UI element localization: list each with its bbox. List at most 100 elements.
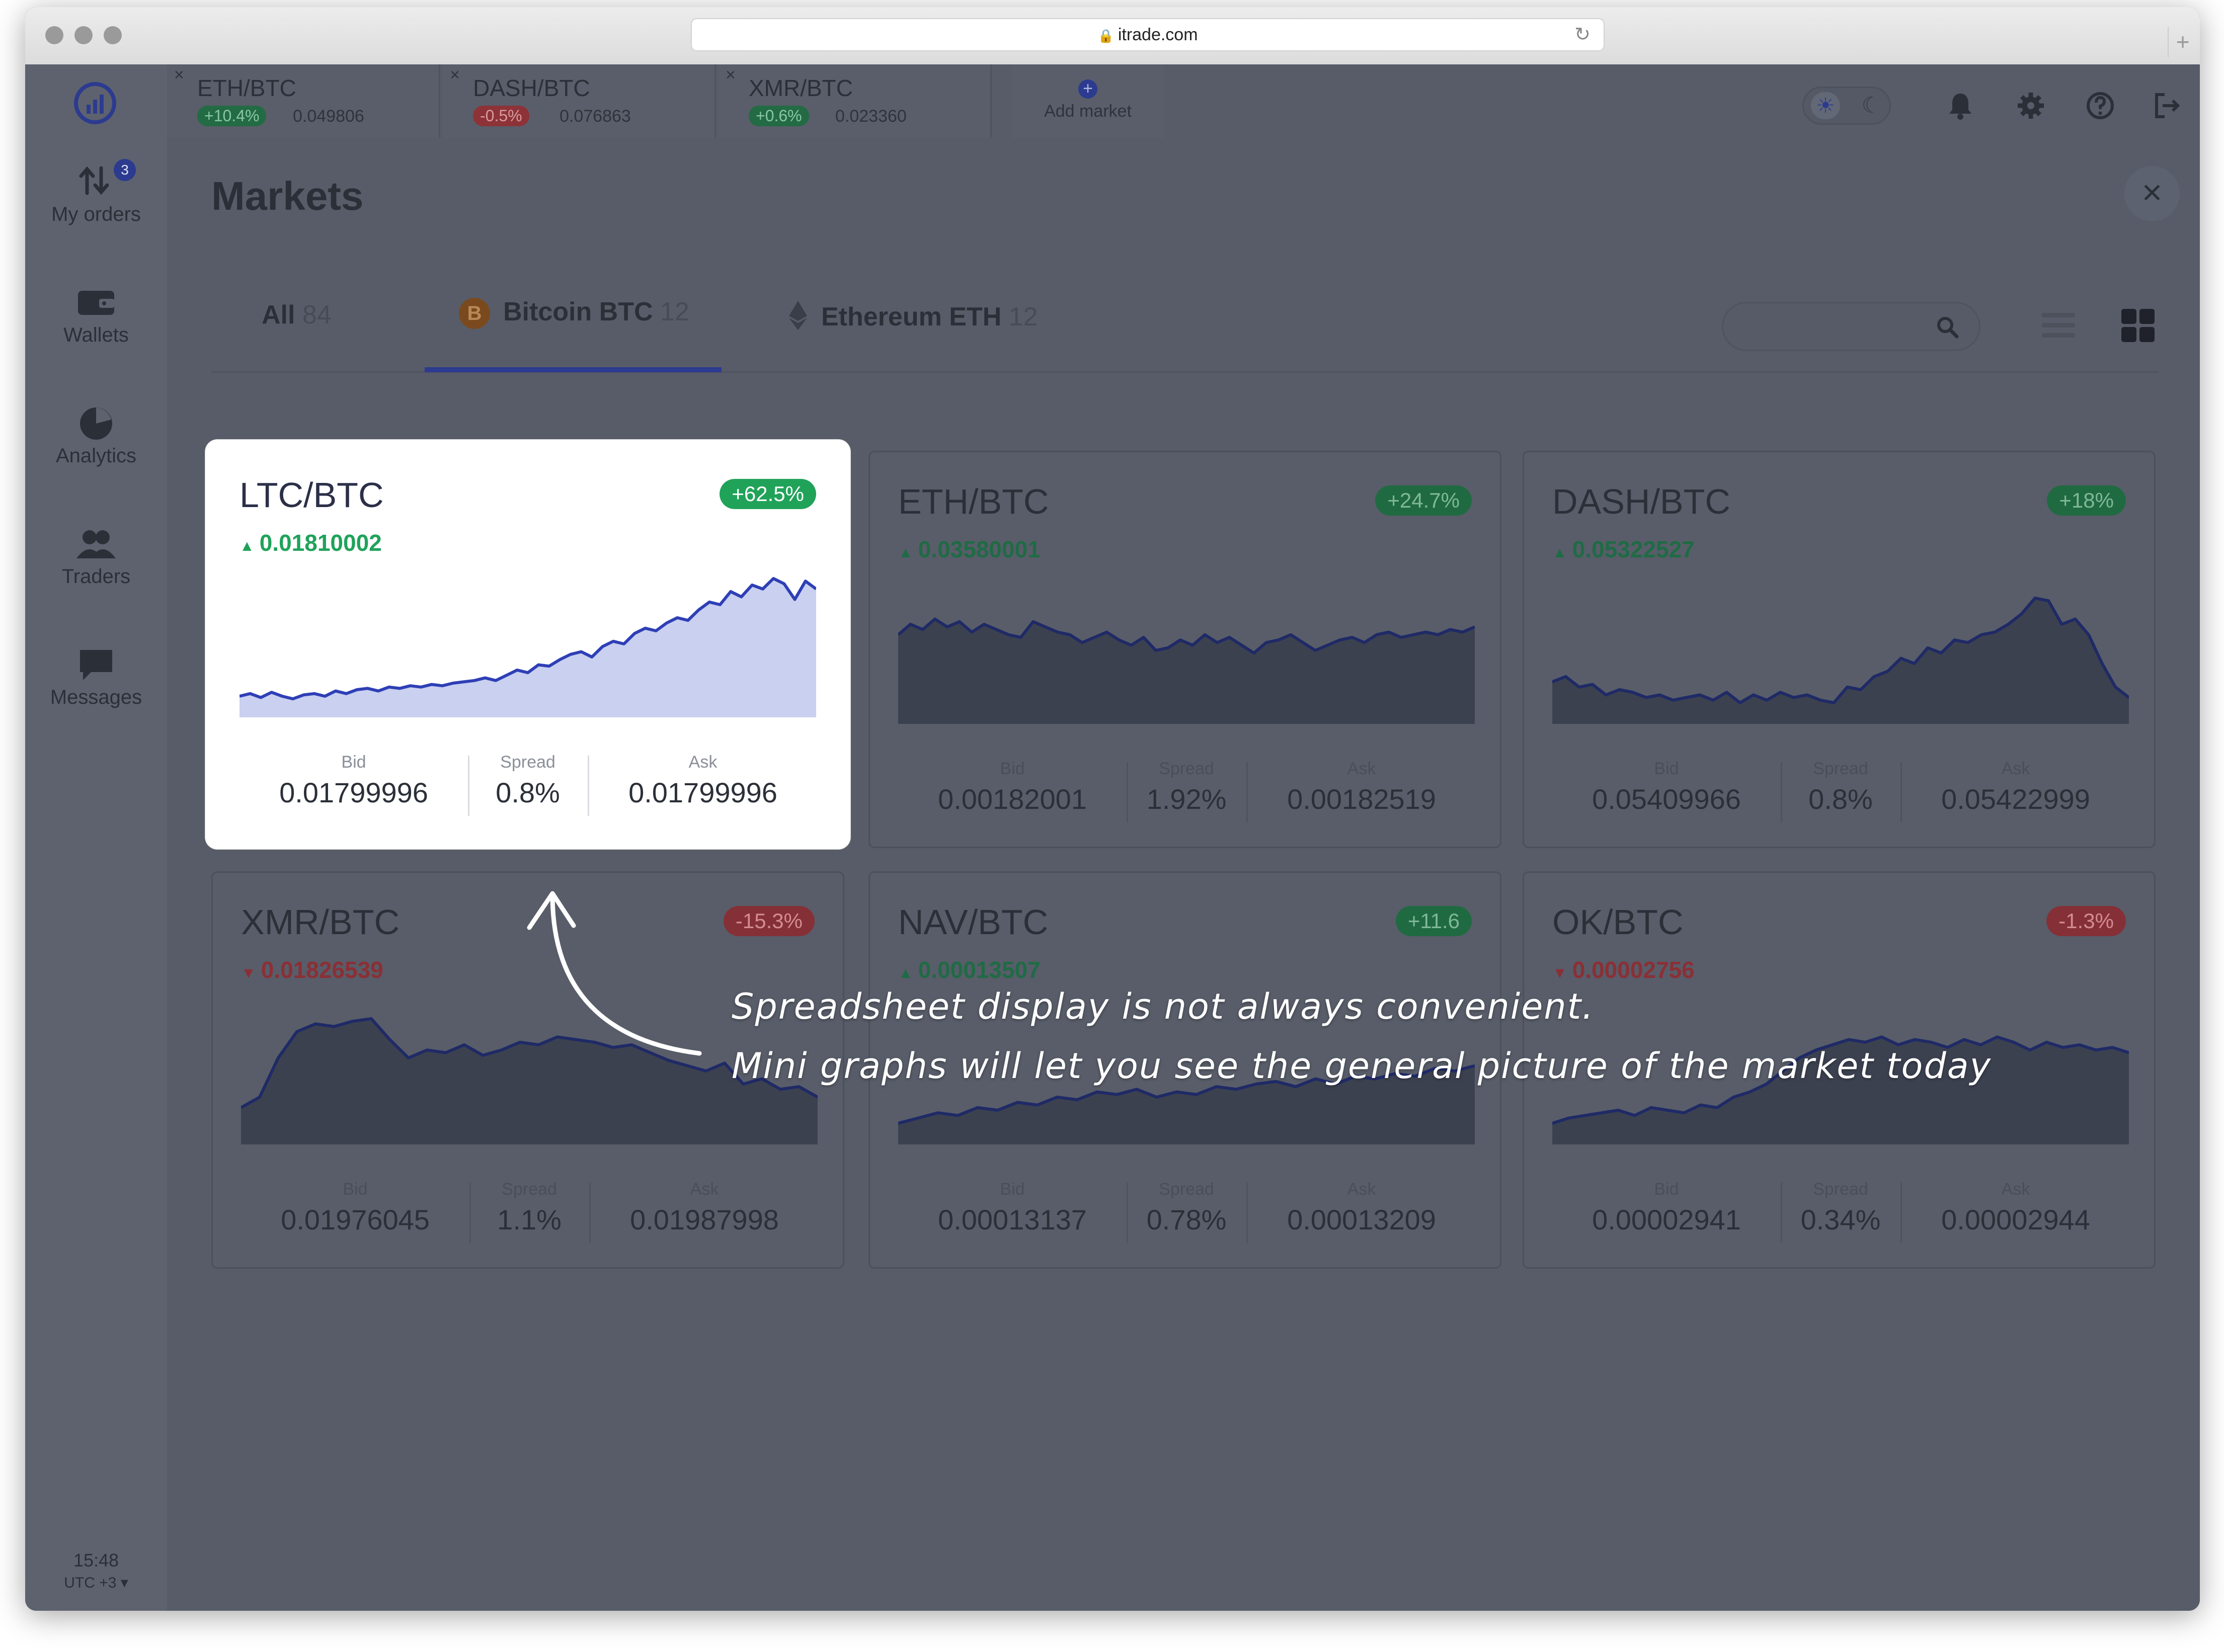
browser-toolbar: 🔒 itrade.com ↻ +: [25, 7, 2200, 65]
ask-stat: Ask 0.00182519: [1248, 759, 1475, 815]
sidebar-item-traders[interactable]: Traders: [25, 525, 167, 588]
ask-value: 0.01987998: [630, 1204, 779, 1235]
market-tabs-bar: × ETH/BTC +10.4% 0.049806 × DASH/BTC -0.…: [167, 64, 2200, 138]
tab-label: All: [262, 300, 295, 329]
timezone-select[interactable]: UTC +3 ▾: [25, 1574, 167, 1592]
bid-stat: Bid 0.00182001: [898, 759, 1127, 815]
last-price-value: 0.01826539: [261, 957, 383, 983]
last-price: ▲ 0.05322527: [1552, 536, 1695, 563]
clock-time: 15:48: [73, 1550, 119, 1571]
bid-value: 0.01976045: [281, 1204, 430, 1235]
tab-bitcoin-btc[interactable]: B Bitcoin BTC 12: [459, 297, 689, 329]
reload-icon[interactable]: ↻: [1574, 19, 1591, 50]
sidebar-item-label: Analytics: [55, 445, 137, 467]
market-tab[interactable]: × DASH/BTC -0.5% 0.076863: [443, 64, 716, 138]
spread-label: Spread: [1813, 759, 1868, 778]
change-badge: -15.3%: [723, 906, 815, 936]
ask-label: Ask: [1347, 759, 1376, 778]
spread-stat: Spread 0.78%: [1129, 1180, 1244, 1236]
address-bar[interactable]: 🔒 itrade.com ↻: [691, 18, 1605, 51]
market-tab[interactable]: × XMR/BTC +0.6% 0.023360: [719, 64, 992, 138]
bitcoin-icon: B: [459, 298, 490, 329]
bell-icon[interactable]: [1945, 91, 1975, 121]
change-badge: -1.3%: [2046, 906, 2126, 936]
browser-window: 🔒 itrade.com ↻ + 3 My orders Wallets Ana…: [25, 7, 2200, 1611]
sidebar-item-label: My orders: [51, 203, 141, 225]
bid-stat: Bid 0.05409966: [1552, 759, 1781, 815]
bid-spread-ask: Bid 0.01799996 Spread 0.8% Ask 0.01799996: [240, 753, 816, 823]
search-icon: [1937, 317, 1959, 339]
divider: [468, 756, 469, 816]
new-tab-button[interactable]: +: [2168, 27, 2197, 57]
market-card-ltc-btc[interactable]: LTC/BTC +62.5% ▲ 0.01810002 Bid 0.01799996 Spr…: [211, 446, 844, 843]
bid-stat: Bid 0.00002941: [1552, 1180, 1781, 1236]
ask-label: Ask: [2001, 759, 2030, 778]
close-tab-icon[interactable]: ×: [450, 65, 460, 85]
spread-value: 0.8%: [496, 777, 560, 808]
change-badge: +18%: [2047, 485, 2126, 516]
change-badge: +62.5%: [720, 479, 816, 509]
bid-stat: Bid 0.00013137: [898, 1180, 1127, 1236]
plus-icon: +: [1078, 79, 1097, 99]
market-tab[interactable]: × ETH/BTC +10.4% 0.049806: [167, 64, 440, 138]
ask-stat: Ask 0.05422999: [1902, 759, 2129, 815]
pie-chart-icon: [25, 404, 167, 445]
close-window-icon[interactable]: [45, 26, 63, 44]
sidebar-item-label: Wallets: [63, 324, 129, 346]
market-tab-change: +10.4%: [197, 106, 267, 126]
app-logo-icon[interactable]: [73, 81, 117, 125]
ask-stat: Ask 0.01799996: [590, 753, 816, 809]
divider: [1246, 1183, 1248, 1243]
spread-stat: Spread 0.8%: [1783, 759, 1898, 815]
close-button[interactable]: ×: [2124, 166, 2180, 221]
add-market-button[interactable]: + Add market: [1012, 64, 1163, 138]
bid-value: 0.05409966: [1592, 783, 1741, 815]
wallet-icon: [25, 284, 167, 324]
sidebar-item-wallets[interactable]: Wallets: [25, 284, 167, 347]
ask-label: Ask: [1347, 1180, 1376, 1199]
ask-value: 0.00013209: [1287, 1204, 1436, 1235]
maximize-window-icon[interactable]: [104, 26, 122, 44]
bid-label: Bid: [1654, 759, 1679, 778]
sidebar-item-my-orders[interactable]: 3 My orders: [25, 159, 167, 226]
spread-stat: Spread 0.8%: [470, 753, 586, 809]
bid-value: 0.00002941: [1592, 1204, 1741, 1235]
minimize-window-icon[interactable]: [74, 26, 93, 44]
market-card-dash-btc[interactable]: DASH/BTC +18% ▲ 0.05322527 Bid 0.05409966 Spre…: [1523, 451, 2156, 848]
gear-icon[interactable]: [2016, 91, 2046, 121]
tab-all[interactable]: All 84: [262, 300, 332, 330]
spread-label: Spread: [500, 753, 555, 772]
card-pair: OK/BTC: [1552, 902, 1684, 942]
search-input[interactable]: [1722, 302, 1980, 351]
divider: [1127, 1183, 1128, 1243]
sparkline-area: [1552, 598, 2129, 724]
divider: [1246, 762, 1248, 822]
grid-view-icon[interactable]: [2119, 307, 2157, 344]
market-tab-pair: ETH/BTC: [197, 75, 296, 101]
ask-label: Ask: [688, 753, 718, 772]
bid-label: Bid: [1000, 759, 1025, 778]
spread-value: 0.8%: [1808, 783, 1873, 815]
close-tab-icon[interactable]: ×: [726, 65, 736, 85]
divider: [1127, 762, 1128, 822]
spread-value: 0.34%: [1800, 1204, 1881, 1235]
close-tab-icon[interactable]: ×: [174, 65, 184, 85]
sparkline-chart: [240, 577, 816, 717]
logout-icon[interactable]: [2152, 91, 2182, 121]
triangle-down-icon: ▼: [1552, 965, 1567, 981]
triangle-up-icon: ▲: [898, 965, 913, 981]
help-icon[interactable]: [2085, 91, 2115, 121]
theme-toggle[interactable]: ☀ ☾: [1802, 87, 1891, 125]
market-tab-pair: DASH/BTC: [473, 75, 590, 101]
clock: 15:48 UTC +3 ▾: [25, 1550, 167, 1592]
market-card-eth-btc[interactable]: ETH/BTC +24.7% ▲ 0.03580001 Bid 0.00182001 Spr…: [868, 451, 1501, 848]
last-price: ▼ 0.00002756: [1552, 956, 1695, 983]
sidebar-item-analytics[interactable]: Analytics: [25, 404, 167, 467]
last-price-value: 0.03580001: [918, 536, 1041, 562]
triangle-up-icon: ▲: [240, 538, 255, 554]
ask-label: Ask: [690, 1180, 719, 1199]
tab-ethereum-eth[interactable]: Ethereum ETH 12: [788, 300, 1038, 338]
list-view-icon[interactable]: [2040, 307, 2077, 344]
sidebar-item-messages[interactable]: Messages: [25, 646, 167, 709]
triangle-down-icon: ▼: [241, 965, 256, 981]
